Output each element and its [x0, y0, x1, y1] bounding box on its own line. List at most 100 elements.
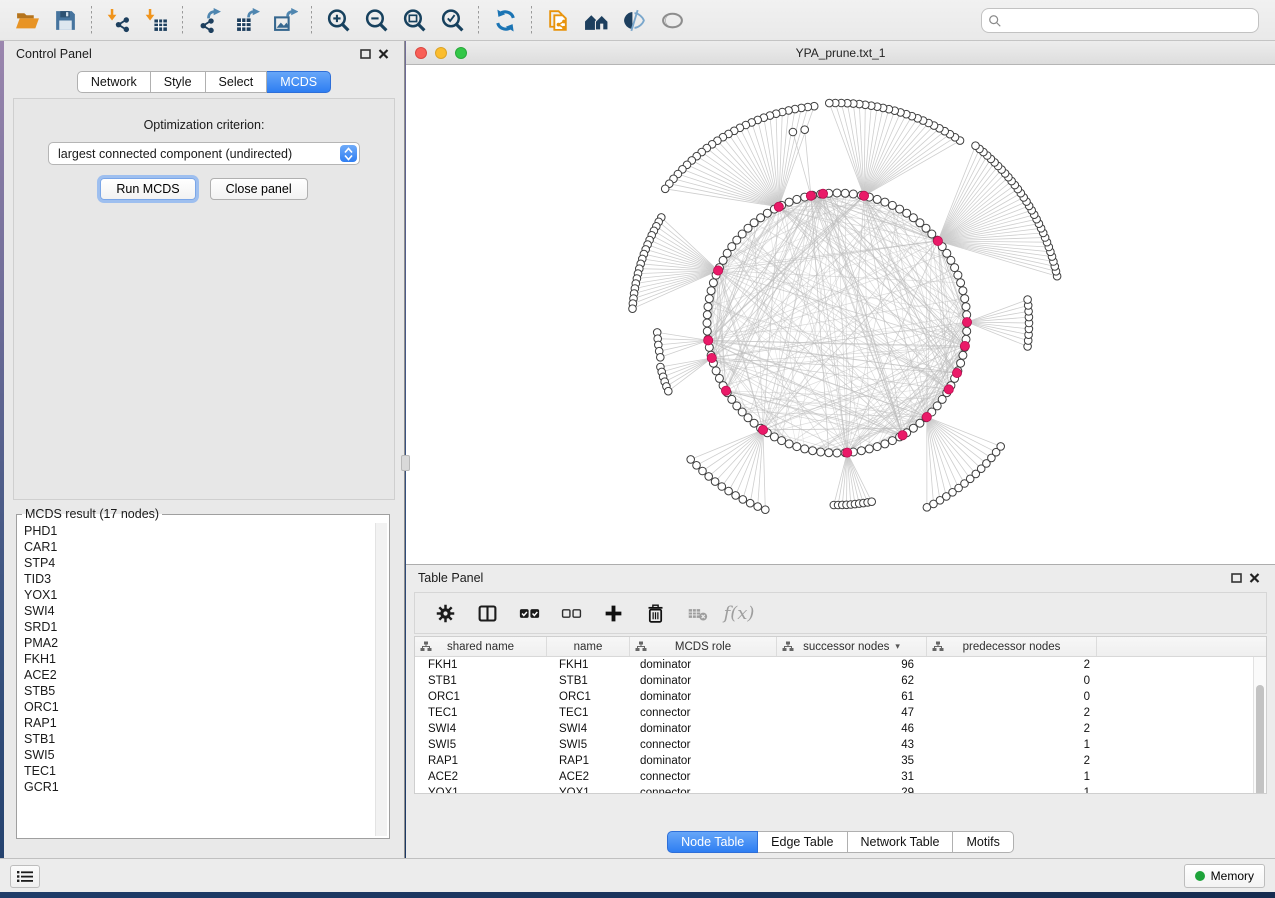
import-network-button[interactable]: [101, 3, 135, 37]
unchecked-boxes-icon: [561, 603, 582, 624]
close-table-panel-button[interactable]: [1245, 570, 1263, 586]
status-bar: Memory: [0, 858, 1275, 892]
delete-column-button[interactable]: [639, 597, 671, 629]
close-panel-button[interactable]: [374, 46, 392, 62]
export-table-icon: [235, 8, 260, 33]
split-table-button[interactable]: [471, 597, 503, 629]
trash-icon: [645, 603, 666, 624]
clone-network-button[interactable]: [541, 3, 575, 37]
zoom-in-button[interactable]: [321, 3, 355, 37]
tab-edge-table[interactable]: Edge Table: [758, 831, 847, 853]
table-row[interactable]: TEC1 TEC1 connector 47 2: [415, 705, 1266, 721]
mcds-result-item[interactable]: CAR1: [19, 539, 374, 555]
table-scrollbar-thumb[interactable]: [1256, 685, 1264, 794]
delete-table-button[interactable]: [681, 597, 713, 629]
memory-label: Memory: [1211, 869, 1254, 883]
tab-network[interactable]: Network: [77, 71, 151, 93]
mcds-list-scrollbar[interactable]: [375, 523, 387, 836]
tab-mcds[interactable]: MCDS: [267, 71, 331, 93]
close-panel-action-button[interactable]: Close panel: [210, 178, 308, 200]
float-panel-button[interactable]: [356, 46, 374, 62]
apply-layout-button[interactable]: [488, 3, 522, 37]
mcds-result-item[interactable]: STB5: [19, 683, 374, 699]
mcds-result-item[interactable]: ORC1: [19, 699, 374, 715]
close-icon: [378, 49, 389, 59]
create-column-button[interactable]: [597, 597, 629, 629]
memory-button[interactable]: Memory: [1184, 864, 1265, 888]
table-row[interactable]: YOX1 YOX1 connector 29 1: [415, 785, 1266, 794]
zoom-fit-button[interactable]: [397, 3, 431, 37]
eye-slash-icon: [622, 8, 647, 33]
search-input[interactable]: [1006, 14, 1252, 28]
export-table-button[interactable]: [230, 3, 264, 37]
float-table-panel-button[interactable]: [1227, 570, 1245, 586]
table-row[interactable]: RAP1 RAP1 dominator 35 2: [415, 753, 1266, 769]
tab-network-table[interactable]: Network Table: [848, 831, 954, 853]
zoom-selected-button[interactable]: [435, 3, 469, 37]
table-panel-titlebar: Table Panel: [406, 565, 1275, 591]
optimization-criterion-label: Optimization criterion:: [14, 118, 394, 132]
table-row[interactable]: ACE2 ACE2 connector 31 1: [415, 769, 1266, 785]
mcds-result-item[interactable]: TEC1: [19, 763, 374, 779]
open-session-button[interactable]: [10, 3, 44, 37]
table-row[interactable]: ORC1 ORC1 dominator 61 0: [415, 689, 1266, 705]
column-header-shared-name[interactable]: shared name: [415, 637, 547, 656]
first-neighbors-button[interactable]: [579, 3, 613, 37]
zoom-fit-icon: [402, 8, 427, 33]
memory-status-icon: [1195, 871, 1205, 881]
mcds-result-item[interactable]: STP4: [19, 555, 374, 571]
column-header-predecessor-nodes[interactable]: predecessor nodes: [927, 637, 1097, 656]
mcds-result-list[interactable]: PHD1 CAR1 STP4 TID3 YOX1 SWI4 SRD1 PMA2 …: [19, 523, 374, 836]
select-all-rows-button[interactable]: [513, 597, 545, 629]
tab-motifs[interactable]: Motifs: [953, 831, 1013, 853]
import-table-button[interactable]: [139, 3, 173, 37]
function-builder-button[interactable]: f(x): [723, 597, 755, 629]
splitter-handle[interactable]: [401, 455, 410, 471]
mcds-result-item[interactable]: SWI5: [19, 747, 374, 763]
zoom-in-icon: [326, 8, 351, 33]
table-row[interactable]: FKH1 FKH1 dominator 96 2: [415, 657, 1266, 673]
show-all-button[interactable]: [655, 3, 689, 37]
run-mcds-button[interactable]: Run MCDS: [100, 178, 195, 200]
table-row[interactable]: STB1 STB1 dominator 62 0: [415, 673, 1266, 689]
mcds-result-item[interactable]: RAP1: [19, 715, 374, 731]
save-session-button[interactable]: [48, 3, 82, 37]
zoom-out-button[interactable]: [359, 3, 393, 37]
mcds-result-item[interactable]: PMA2: [19, 635, 374, 651]
mcds-result-item[interactable]: TID3: [19, 571, 374, 587]
mcds-result-item[interactable]: STB1: [19, 731, 374, 747]
tab-select[interactable]: Select: [206, 71, 268, 93]
node-table: shared name name MCDS role: [414, 636, 1267, 794]
tab-node-table[interactable]: Node Table: [667, 831, 758, 853]
plus-icon: [603, 603, 624, 624]
hide-selected-button[interactable]: [617, 3, 651, 37]
table-row[interactable]: SWI4 SWI4 dominator 46 2: [415, 721, 1266, 737]
export-image-button[interactable]: [268, 3, 302, 37]
mcds-result-item[interactable]: GCR1: [19, 779, 374, 795]
mcds-result-item[interactable]: ACE2: [19, 667, 374, 683]
window-minimize-button[interactable]: [435, 47, 447, 59]
show-log-button[interactable]: [10, 865, 40, 888]
float-icon: [1231, 573, 1242, 583]
mcds-result-item[interactable]: FKH1: [19, 651, 374, 667]
column-header-successor-nodes[interactable]: successor nodes ▾: [777, 637, 927, 656]
tab-style[interactable]: Style: [151, 71, 206, 93]
column-header-name[interactable]: name: [547, 637, 630, 656]
control-panel-titlebar: Control Panel: [4, 41, 404, 67]
deselect-all-rows-button[interactable]: [555, 597, 587, 629]
export-network-button[interactable]: [192, 3, 226, 37]
mcds-result-item[interactable]: YOX1: [19, 587, 374, 603]
table-settings-button[interactable]: [429, 597, 461, 629]
table-scrollbar[interactable]: [1253, 657, 1266, 793]
table-row[interactable]: SWI5 SWI5 connector 43 1: [415, 737, 1266, 753]
window-close-button[interactable]: [415, 47, 427, 59]
network-canvas[interactable]: [406, 65, 1275, 564]
mcds-result-item[interactable]: PHD1: [19, 523, 374, 539]
search-icon: [988, 14, 1002, 28]
column-header-mcds-role[interactable]: MCDS role: [630, 637, 777, 656]
mcds-result-item[interactable]: SRD1: [19, 619, 374, 635]
window-zoom-button[interactable]: [455, 47, 467, 59]
criterion-select[interactable]: largest connected component (undirected): [48, 142, 360, 165]
mcds-result-item[interactable]: SWI4: [19, 603, 374, 619]
export-network-icon: [197, 8, 222, 33]
